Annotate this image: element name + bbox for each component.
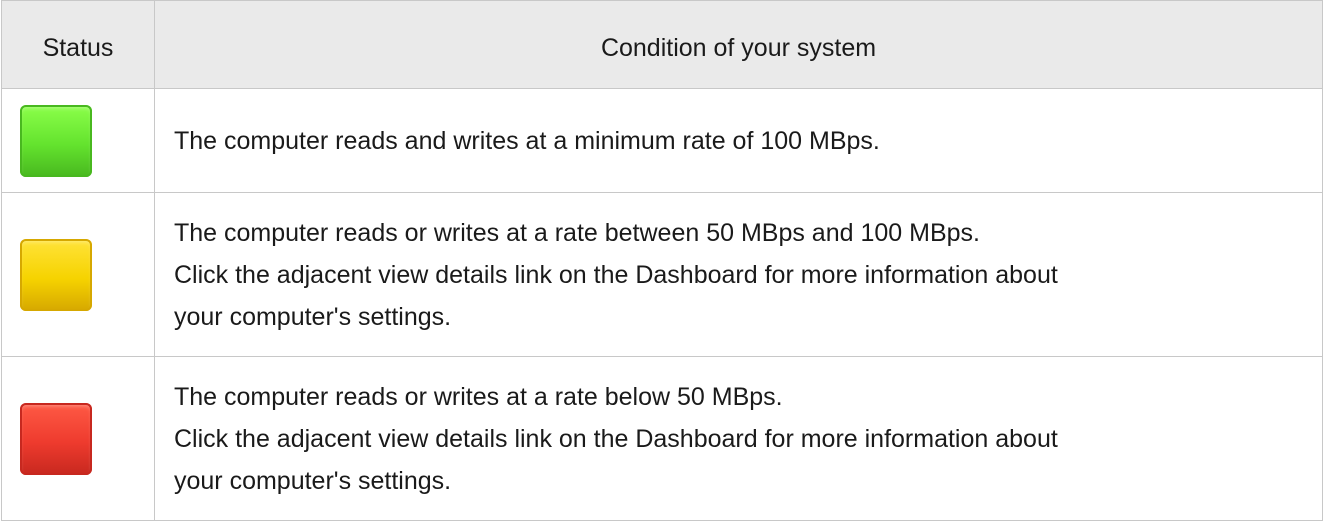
- condition-text: The computer reads or writes at a rate b…: [174, 218, 980, 247]
- red-status-icon: [20, 402, 92, 475]
- yellow-status-icon: [20, 238, 92, 311]
- table-row: The computer reads or writes at a rate b…: [1, 192, 1323, 357]
- status-table: Status Condition of your system The comp…: [1, 0, 1323, 521]
- condition-text: Click the adjacent view details link on …: [174, 260, 1058, 289]
- condition-text: your computer's settings.: [174, 302, 452, 331]
- condition-text: Click the adjacent view details link on …: [174, 424, 1058, 453]
- condition-cell: The computer reads and writes at a minim…: [154, 88, 1323, 193]
- condition-text: The computer reads or writes at a rate b…: [174, 382, 783, 411]
- status-table-container: Status Condition of your system The comp…: [0, 0, 1325, 521]
- table-row: The computer reads or writes at a rate b…: [1, 356, 1323, 521]
- condition-text: your computer's settings.: [174, 466, 452, 495]
- status-cell: [1, 192, 155, 357]
- table-row: The computer reads and writes at a minim…: [1, 88, 1323, 193]
- header-condition: Condition of your system: [154, 0, 1323, 89]
- table-header-row: Status Condition of your system: [1, 0, 1323, 89]
- status-cell: [1, 88, 155, 193]
- condition-text: The computer reads and writes at a minim…: [174, 126, 880, 155]
- header-status: Status: [1, 0, 155, 89]
- condition-cell: The computer reads or writes at a rate b…: [154, 356, 1323, 521]
- status-cell: [1, 356, 155, 521]
- green-status-icon: [20, 104, 92, 177]
- condition-cell: The computer reads or writes at a rate b…: [154, 192, 1323, 357]
